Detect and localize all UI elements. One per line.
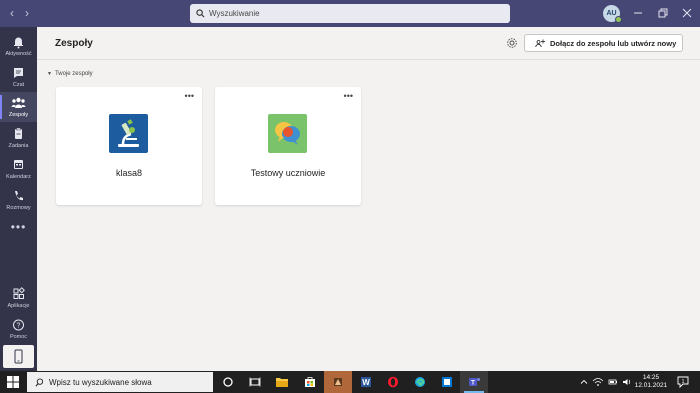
rail-item-assignments[interactable]: Zadania [0, 123, 37, 153]
svg-text:T: T [471, 380, 475, 387]
battery-icon[interactable] [608, 377, 618, 387]
store-icon[interactable] [296, 371, 324, 393]
search-input[interactable] [209, 9, 489, 18]
add-team-icon [535, 39, 545, 47]
rail-item-apps[interactable]: Aplikacje [0, 283, 37, 313]
mobile-app-button[interactable] [3, 345, 34, 368]
taskbar-clock[interactable]: 14:25 12.01.2021 [631, 374, 671, 390]
rail-item-calls[interactable]: Rozmowy [0, 185, 37, 215]
app-rail: Aktywność Czat Zespoły Zadania Kalendarz… [0, 27, 37, 371]
team-name: Testowy uczniowie [250, 168, 326, 178]
rail-item-calendar[interactable]: Kalendarz [0, 154, 37, 184]
caret-down-icon: ▼ [47, 71, 52, 77]
team-card[interactable]: ••• klasa8 [56, 87, 202, 205]
page-header: Zespoły Dołącz do zespołu lub utwórz now… [37, 27, 700, 60]
windows-start-icon[interactable] [7, 376, 19, 388]
title-bar: ‹ › AU [0, 0, 700, 27]
teams-icon [11, 97, 26, 108]
rail-item-help[interactable]: ? Pomoc [0, 314, 37, 344]
calendar-icon [14, 160, 23, 169]
rail-item-chat[interactable]: Czat [0, 62, 37, 92]
section-your-teams[interactable]: ▼ Twoje zespoły [47, 71, 93, 77]
close-icon[interactable] [681, 7, 693, 19]
presence-status-icon [615, 16, 622, 23]
news-app-icon[interactable] [433, 371, 461, 393]
restore-icon[interactable] [657, 7, 669, 19]
notifications-icon[interactable]: 1 [677, 376, 689, 388]
search-box[interactable] [190, 4, 510, 23]
more-options-icon[interactable]: ••• [344, 91, 353, 101]
teams-app-icon[interactable]: T [460, 371, 488, 393]
chat-icon [14, 68, 23, 78]
svg-text:W: W [362, 378, 370, 387]
word-icon[interactable]: W [352, 371, 380, 393]
speech-bubbles-icon [268, 114, 307, 153]
app-icon[interactable] [324, 371, 352, 393]
microscope-icon [109, 114, 148, 153]
svg-text:?: ? [17, 323, 21, 330]
gear-icon[interactable] [506, 37, 518, 49]
search-icon [196, 9, 205, 18]
team-name: klasa8 [115, 168, 142, 178]
rail-item-teams[interactable]: Zespoły [0, 92, 37, 122]
back-arrow-icon[interactable]: ‹ [5, 6, 19, 20]
assignments-icon [15, 127, 22, 139]
join-or-create-team-button[interactable]: Dołącz do zespołu lub utwórz nowy [524, 34, 683, 52]
chevron-up-icon[interactable] [580, 378, 588, 386]
taskbar-search-input[interactable] [49, 377, 199, 387]
file-explorer-icon[interactable] [268, 371, 296, 393]
svg-text:1: 1 [682, 379, 685, 385]
page-title: Zespoły [55, 38, 93, 49]
rail-more-icon[interactable]: ••• [0, 220, 37, 234]
phone-icon [15, 191, 23, 201]
search-icon [35, 377, 44, 386]
opera-icon[interactable] [379, 371, 407, 393]
system-tray [580, 371, 632, 393]
forward-arrow-icon[interactable]: › [20, 6, 34, 20]
more-options-icon[interactable]: ••• [185, 91, 194, 101]
apps-icon [13, 287, 25, 299]
task-view-icon[interactable] [241, 371, 269, 393]
taskbar-search[interactable] [27, 372, 213, 392]
cortana-icon[interactable] [214, 371, 242, 393]
bell-icon [14, 37, 23, 49]
minimize-icon[interactable] [632, 7, 644, 19]
team-card[interactable]: ••• Testowy uczniowie [215, 87, 361, 205]
mobile-phone-icon [14, 349, 23, 364]
network-icon[interactable] [592, 377, 604, 387]
windows-taskbar: W T 14:25 12.01.2021 1 [0, 371, 700, 393]
help-icon: ? [13, 319, 24, 331]
rail-item-activity[interactable]: Aktywność [0, 31, 37, 61]
edge-icon[interactable] [406, 371, 434, 393]
